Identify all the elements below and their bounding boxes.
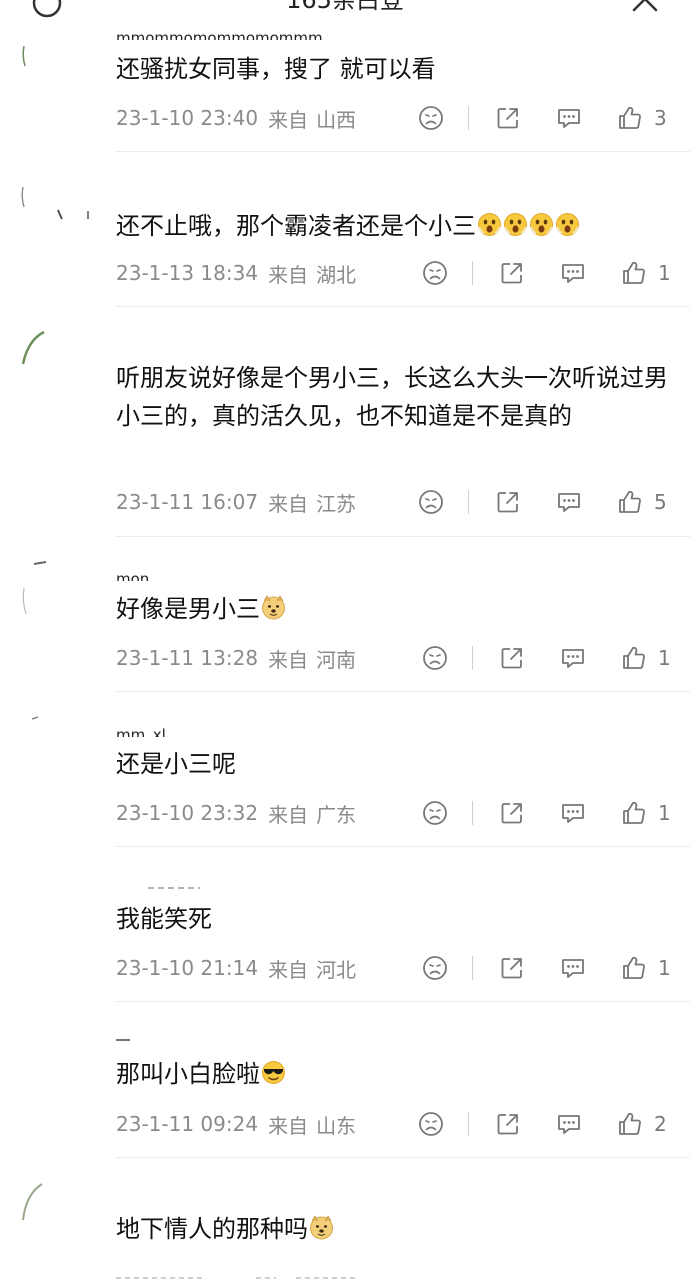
share-button[interactable] — [493, 103, 523, 133]
dislike-button[interactable] — [416, 487, 446, 517]
avatar[interactable] — [20, 558, 60, 618]
avatar[interactable] — [20, 880, 200, 894]
cut-off-meta — [116, 1268, 356, 1280]
reply-button[interactable] — [554, 1109, 584, 1139]
comment-actions: 2 — [0, 1109, 690, 1139]
scream-emoji-icon — [503, 212, 528, 237]
avatar[interactable] — [20, 44, 32, 68]
like-button[interactable] — [619, 643, 649, 673]
comment-divider — [116, 1001, 690, 1002]
comment-text: 还是小三呢 — [116, 750, 236, 778]
top-bar: 165亲白登 — [0, 0, 690, 34]
comment-actions: 1 — [0, 953, 690, 983]
reply-button[interactable] — [558, 643, 588, 673]
dislike-button[interactable] — [420, 953, 450, 983]
comment-divider — [116, 846, 690, 847]
like-count: 3 — [654, 106, 667, 130]
comment-text: 好像是男小三 — [116, 590, 671, 628]
comment-actions: 5 — [0, 487, 690, 517]
comment-text: 还不止哦，那个霸凌者还是个小三 — [116, 207, 671, 245]
comment-text: 那叫小白脸啦 — [116, 1055, 671, 1093]
like-count: 1 — [658, 956, 671, 980]
like-count: 2 — [654, 1112, 667, 1136]
close-icon[interactable] — [630, 0, 660, 14]
divider — [468, 490, 469, 514]
share-button[interactable] — [493, 1109, 523, 1139]
reply-button[interactable] — [558, 258, 588, 288]
like-count: 1 — [658, 801, 671, 825]
like-button[interactable] — [619, 953, 649, 983]
share-button[interactable] — [493, 487, 523, 517]
avatar[interactable] — [20, 1180, 50, 1236]
like-count: 5 — [654, 490, 667, 514]
comment-text: 我能笑死 — [116, 905, 212, 933]
page-title: 165亲白登 — [286, 0, 404, 14]
comment-actions: 3 — [0, 103, 690, 133]
like-button[interactable] — [619, 258, 649, 288]
like-count: 1 — [658, 646, 671, 670]
comment-divider — [116, 1157, 690, 1158]
avatar[interactable] — [20, 1030, 160, 1044]
avatar[interactable] — [20, 713, 40, 727]
divider — [472, 801, 473, 825]
scream-emoji-icon — [555, 212, 580, 237]
avatar[interactable] — [20, 183, 90, 223]
like-button[interactable] — [615, 103, 645, 133]
dislike-button[interactable] — [420, 798, 450, 828]
dislike-button[interactable] — [416, 103, 446, 133]
divider — [472, 646, 473, 670]
divider — [468, 106, 469, 130]
scream-emoji-icon — [529, 212, 554, 237]
comment-divider — [116, 151, 690, 152]
comment-text: 还骚扰女同事，搜了 就可以看 — [116, 55, 436, 83]
divider — [472, 261, 473, 285]
comment-divider — [116, 306, 690, 307]
like-button[interactable] — [615, 1109, 645, 1139]
share-button[interactable] — [497, 643, 527, 673]
comment-actions: 1 — [0, 258, 690, 288]
dislike-button[interactable] — [420, 643, 450, 673]
reply-button[interactable] — [554, 103, 584, 133]
share-button[interactable] — [497, 258, 527, 288]
doge-emoji-icon — [309, 1215, 334, 1240]
like-count: 1 — [658, 261, 671, 285]
share-button[interactable] — [497, 798, 527, 828]
divider — [468, 1112, 469, 1136]
comment-actions: 1 — [0, 798, 690, 828]
comment-text: 地下情人的那种吗 — [116, 1210, 671, 1248]
comment-text: 听朋友说好像是个男小三，长这么大头一次听说过男小三的，真的活久见，也不知道是不是… — [116, 364, 668, 430]
dislike-button[interactable] — [420, 258, 450, 288]
reply-button[interactable] — [558, 953, 588, 983]
like-button[interactable] — [619, 798, 649, 828]
scream-emoji-icon — [477, 212, 502, 237]
comment-actions: 1 — [0, 643, 690, 673]
username[interactable]: mon — [116, 572, 149, 581]
comment-divider — [116, 536, 690, 537]
reply-button[interactable] — [558, 798, 588, 828]
divider — [472, 956, 473, 980]
reply-button[interactable] — [554, 487, 584, 517]
username[interactable]: mm_xl — [116, 728, 166, 737]
dislike-button[interactable] — [416, 1109, 446, 1139]
comment-divider — [116, 691, 690, 692]
username[interactable]: mmommomommomommm — [116, 31, 323, 40]
doge-emoji-icon — [261, 595, 286, 620]
share-button[interactable] — [497, 953, 527, 983]
sunglasses-emoji-icon — [261, 1060, 286, 1085]
avatar[interactable] — [20, 330, 50, 370]
like-button[interactable] — [615, 487, 645, 517]
